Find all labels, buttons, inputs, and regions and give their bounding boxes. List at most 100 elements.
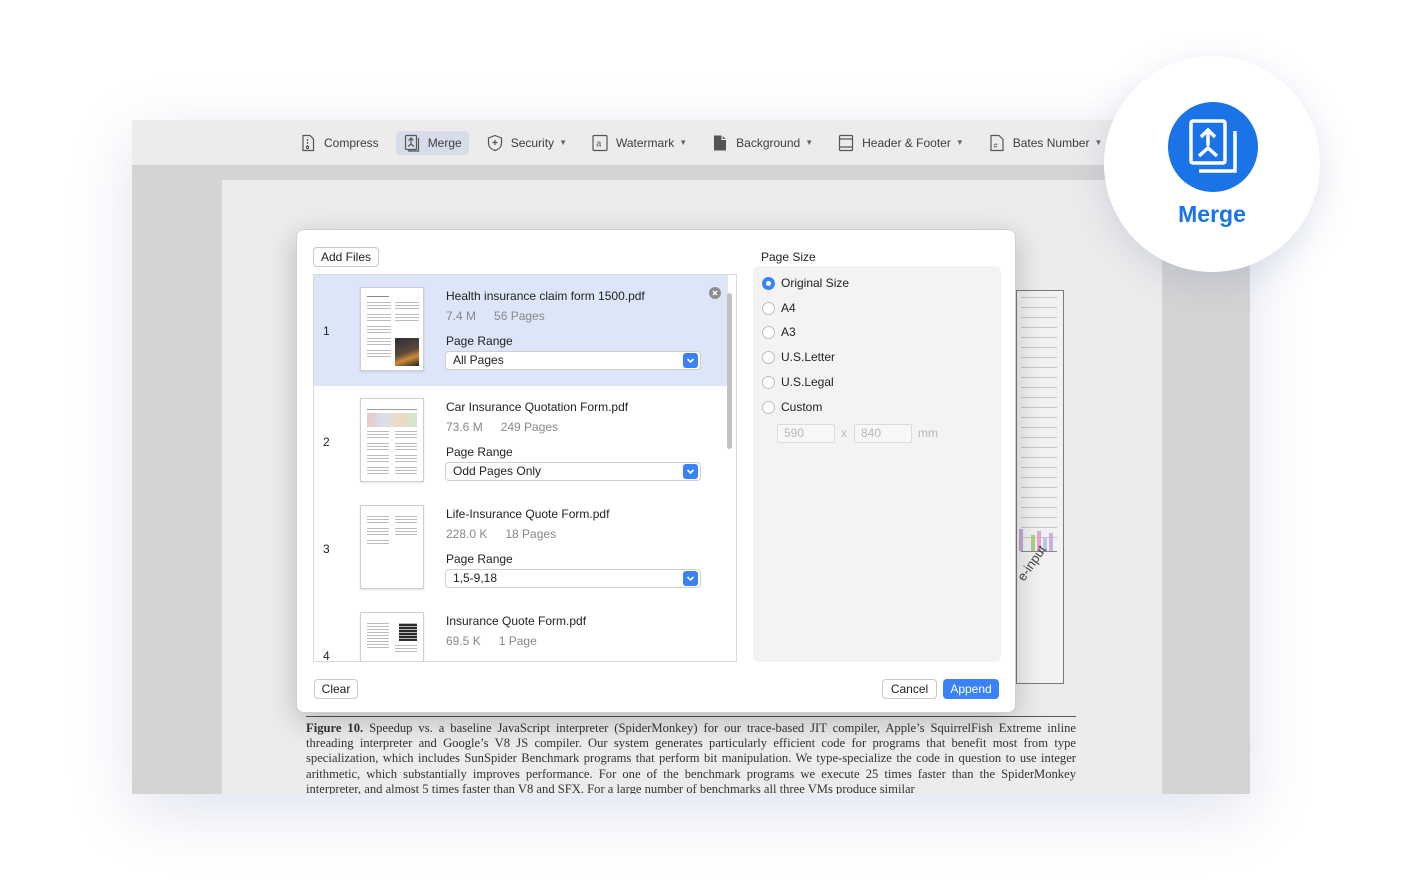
page-range-label: Page Range <box>446 445 513 459</box>
file-list[interactable]: 1 Health insurance claim form 1500.pdf 7… <box>313 274 737 662</box>
radio-unselected[interactable] <box>762 350 775 364</box>
page-size-original[interactable]: Original Size <box>762 276 849 290</box>
toolbar-background[interactable]: Background ▼ <box>704 131 820 155</box>
svg-text:a: a <box>596 138 601 148</box>
file-row-number: 1 <box>323 324 330 338</box>
file-row-number: 4 <box>323 649 330 662</box>
page-size-original-label: Original Size <box>781 276 850 290</box>
file-size: 69.5 K <box>446 634 481 648</box>
file-row[interactable]: 3 Life-Insurance Quote Form.pdf 228.0 K 1… <box>314 493 728 604</box>
caption-lead: Figure 10. <box>306 721 364 735</box>
file-row[interactable]: 1 Health insurance claim form 1500.pdf 7… <box>314 275 728 386</box>
radio-selected[interactable] <box>762 276 775 290</box>
clear-button[interactable]: Clear <box>314 679 358 699</box>
file-meta: 73.6 M 249 Pages <box>446 420 558 434</box>
document-chart <box>1016 290 1064 684</box>
toolbar: Compress Merge Security ▼ a Watermark ▼ … <box>132 120 1250 166</box>
file-list-scrollbar[interactable] <box>727 293 732 449</box>
page-range-label: Page Range <box>446 552 513 566</box>
page-size-us-legal[interactable]: U.S.Legal <box>762 375 834 389</box>
radio-unselected[interactable] <box>762 375 775 389</box>
file-pages: 56 Pages <box>494 309 545 323</box>
file-pages: 1 Page <box>498 634 537 648</box>
remove-file-button[interactable] <box>709 287 721 299</box>
page-size-title: Page Size <box>761 250 816 264</box>
file-size: 228.0 K <box>446 527 488 541</box>
toolbar-background-label: Background <box>736 135 801 150</box>
toolbar-merge[interactable]: Merge <box>395 130 469 155</box>
file-row[interactable]: 2 Car Insurance Quotation Form.pdf 73.6 … <box>314 386 728 497</box>
toolbar-watermark[interactable]: a Watermark ▼ <box>584 131 694 155</box>
badge-label: Merge <box>1178 201 1246 227</box>
toolbar-watermark-label: Watermark <box>615 135 675 150</box>
file-thumbnail <box>360 612 424 661</box>
page-range-value: 1,5-9,18 <box>453 571 498 585</box>
page-range-select[interactable]: All Pages <box>445 351 701 370</box>
page-size-custom-label: Custom <box>781 400 823 414</box>
close-icon <box>712 290 718 296</box>
toolbar-security[interactable]: Security ▼ <box>479 131 574 155</box>
toolbar-security-label: Security <box>510 135 555 150</box>
chevron-down-icon: ▼ <box>805 138 814 147</box>
radio-unselected[interactable] <box>762 301 775 315</box>
chevron-down-icon <box>683 571 698 586</box>
background-icon <box>714 135 727 150</box>
toolbar-header-footer[interactable]: Header & Footer ▼ <box>830 131 971 155</box>
toolbar-bates-number-label: Bates Number <box>1012 135 1090 150</box>
file-row[interactable]: 4 Insurance Quote Form.pdf 69.5 K 1 Page <box>314 600 728 662</box>
chevron-down-icon: ▼ <box>1094 138 1103 147</box>
chevron-down-icon <box>683 464 698 479</box>
svg-text:#: # <box>993 143 997 150</box>
merge-feature-badge: Merge <box>1104 56 1320 272</box>
file-name: Insurance Quote Form.pdf <box>446 614 587 628</box>
custom-size-unit: mm <box>918 426 938 440</box>
radio-unselected[interactable] <box>762 400 775 414</box>
file-thumbnail <box>360 505 424 589</box>
custom-height-input[interactable]: 840 <box>854 424 912 443</box>
header-footer-icon <box>839 134 854 151</box>
toolbar-merge-label: Merge <box>427 135 462 150</box>
toolbar-compress[interactable]: Compress <box>292 131 386 155</box>
file-thumbnail <box>360 287 424 371</box>
add-files-button[interactable]: Add Files <box>313 247 379 267</box>
page-range-select[interactable]: Odd Pages Only <box>445 462 701 481</box>
page-size-us-legal-label: U.S.Legal <box>781 375 834 389</box>
toolbar-compress-label: Compress <box>324 135 379 150</box>
chevron-down-icon: ▼ <box>559 138 567 147</box>
file-thumbnail <box>360 398 424 482</box>
merge-icon <box>1168 102 1258 192</box>
compress-icon <box>302 134 315 151</box>
watermark-icon: a <box>592 134 608 151</box>
custom-width-input[interactable]: 590 <box>777 424 835 443</box>
page-size-a4-label: A4 <box>781 301 796 315</box>
page-range-value: All Pages <box>453 353 504 367</box>
page-size-custom[interactable]: Custom <box>762 400 822 414</box>
page-size-us-letter[interactable]: U.S.Letter <box>762 350 835 364</box>
file-row-number: 3 <box>323 542 330 556</box>
page-size-a4[interactable]: A4 <box>762 301 796 315</box>
shield-icon <box>487 134 502 151</box>
radio-unselected[interactable] <box>762 325 775 339</box>
file-meta: 228.0 K 18 Pages <box>446 527 556 541</box>
file-pages: 18 Pages <box>505 527 557 541</box>
file-row-number: 2 <box>323 435 330 449</box>
cancel-button[interactable]: Cancel <box>882 679 937 699</box>
caption-text: Speedup vs. a baseline JavaScript interp… <box>306 721 1076 794</box>
page-size-a3-label: A3 <box>781 325 796 339</box>
page-size-a3[interactable]: A3 <box>762 325 796 339</box>
chevron-down-icon: ▼ <box>679 138 688 147</box>
chevron-down-icon <box>683 353 698 368</box>
toolbar-bates-number[interactable]: # Bates Number ▼ <box>981 131 1110 155</box>
page-range-value: Odd Pages Only <box>453 464 542 478</box>
file-size: 73.6 M <box>446 420 483 434</box>
file-name: Car Insurance Quotation Form.pdf <box>446 400 629 414</box>
toolbar-header-footer-label: Header & Footer <box>862 135 951 150</box>
file-pages: 249 Pages <box>500 420 559 434</box>
custom-size-separator: x <box>841 426 847 440</box>
append-button[interactable]: Append <box>943 679 999 699</box>
file-meta: 7.4 M 56 Pages <box>446 309 545 323</box>
page-range-select[interactable]: 1,5-9,18 <box>445 569 701 588</box>
chevron-down-icon: ▼ <box>955 138 964 147</box>
figure-caption: Figure 10. Speedup vs. a baseline JavaSc… <box>306 716 1076 794</box>
file-meta: 69.5 K 1 Page <box>446 634 537 648</box>
